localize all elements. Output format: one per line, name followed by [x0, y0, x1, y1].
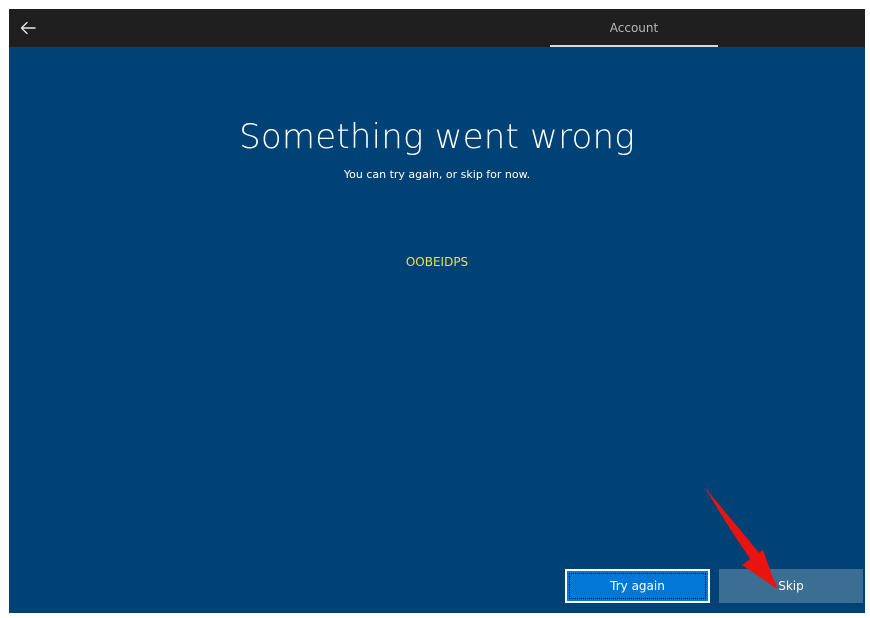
top-bar: Account	[9, 9, 865, 47]
page-title: Something went wrong	[239, 117, 635, 157]
tab-active-indicator	[550, 45, 718, 47]
error-code: OOBEIDPS	[405, 255, 469, 269]
annotation-arrow-icon	[705, 488, 778, 589]
oobe-window: Account Something went wrong You can try…	[9, 9, 865, 613]
tab-account[interactable]: Account	[550, 9, 718, 47]
back-arrow-icon	[20, 21, 36, 35]
back-button[interactable]	[13, 13, 43, 43]
page-subtitle: You can try again, or skip for now.	[343, 168, 531, 181]
try-again-button[interactable]: Try again	[565, 569, 710, 603]
skip-button[interactable]: Skip	[719, 569, 863, 603]
